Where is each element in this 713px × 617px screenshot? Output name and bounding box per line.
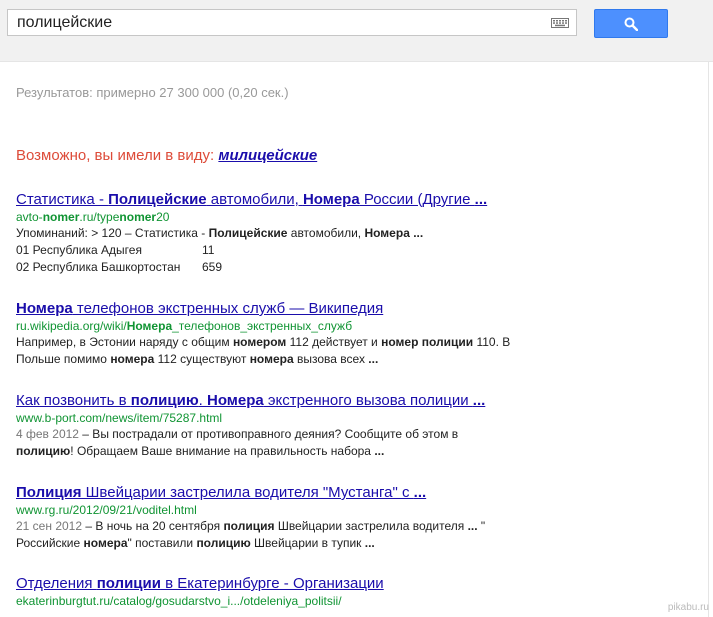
highlighted-text: полицию [16,444,71,458]
result-table-row: 02 Республика Башкортостан 659 [16,259,656,276]
highlighted-text: ... [472,392,486,409]
result-title-link[interactable]: Как позвонить в полицию. Номера экстренн… [16,391,656,410]
text-fragment: avto- [16,210,43,224]
text-fragment: ekaterinburgtut.ru/catalog/gosudarstvo_i… [16,594,342,608]
text-fragment: " поставили [127,536,197,550]
divider [708,61,709,617]
text-fragment: Швейцарии застрелила водителя [274,519,468,533]
highlighted-text: nomer [119,210,157,224]
highlighted-text: ... [409,226,424,240]
result-snippet: Например, в Эстонии наряду с общим номер… [16,334,526,368]
highlighted-text: ... [364,536,375,550]
text-fragment: Например, в Эстонии наряду с общим [16,335,233,349]
text-fragment: автомобили, [206,191,303,208]
text-fragment: Отделения [16,575,97,592]
spelling-suggestion: Возможно, вы имели в виду: милицейские [16,147,317,164]
result-url: www.rg.ru/2012/09/21/voditel.html [16,503,656,518]
text-fragment: _телефонов_экстренных_служб [172,319,353,333]
result-url: ekaterinburgtut.ru/catalog/gosudarstvo_i… [16,594,656,609]
text-fragment: 112 действует и [286,335,382,349]
highlighted-text: Номера [16,300,73,317]
result-date: 21 сен 2012 [16,519,83,533]
text-fragment: . [198,392,207,409]
row-value: 11 [202,243,215,257]
highlighted-text: ... [467,519,478,533]
highlighted-text: полицию [130,392,199,409]
highlighted-text: Полицейские [108,191,207,208]
highlighted-text: полиция [223,519,275,533]
highlighted-text: Номера [206,392,264,409]
result-url: www.b-port.com/news/item/75287.html [16,411,656,426]
result-title-link[interactable]: Полиция Швейцарии застрелила водителя "М… [16,483,656,502]
text-fragment: вызова всех [293,352,369,366]
text-fragment: – В ночь на 20 сентября [82,519,224,533]
result-stats: Результатов: примерно 27 300 000 (0,20 с… [16,85,289,100]
result-title-link[interactable]: Отделения полиции в Екатеринбурге - Орга… [16,574,656,593]
search-result: Как позвонить в полицию. Номера экстренн… [16,391,656,460]
row-value: 659 [202,260,223,274]
result-title-link[interactable]: Номера телефонов экстренных служб — Вики… [16,299,656,318]
highlighted-text: номера [249,352,294,366]
text-fragment: www.rg.ru/2012/09/21/voditel.html [16,503,197,517]
text-fragment: автомобили, [287,226,365,240]
text-fragment: 20 [156,210,170,224]
highlighted-text: Полицейские [208,226,288,240]
text-fragment: ru.wikipedia.org/wiki/ [16,319,127,333]
highlighted-text: ... [474,191,488,208]
text-fragment: www.b-port.com/news/item/75287.html [16,411,223,425]
text-fragment: Швейцарии в тупик [250,536,365,550]
highlighted-text: номер полиции [381,335,474,349]
result-snippet: 4 фев 2012 – Вы пострадали от противопра… [16,426,491,460]
highlighted-text: ... [368,352,379,366]
highlighted-text: номером [232,335,287,349]
text-fragment: Как позвонить в [16,392,131,409]
text-fragment: экстренного вызова полиции [263,392,473,409]
highlighted-text: ... [413,484,427,501]
highlighted-text: Номера [302,191,360,208]
text-fragment: телефонов экстренных служб — Википедия [72,300,384,317]
highlighted-text: полиции [96,575,161,592]
row-label: 01 Республика Адыгея [16,243,142,257]
highlighted-text: полицию [196,536,251,550]
text-fragment: России (Другие [359,191,475,208]
result-url: ru.wikipedia.org/wiki/Номера_телефонов_э… [16,319,656,334]
result-date: 4 фев 2012 [16,427,79,441]
search-button[interactable] [594,9,668,38]
highlighted-text: ... [374,444,385,458]
row-label: 02 Республика Башкортостан [16,260,181,274]
highlighted-text: nomer [42,210,80,224]
top-bar [0,0,713,62]
text-fragment: в Екатеринбурге - Организации [160,575,384,592]
search-icon [624,17,638,31]
suggestion-prefix: Возможно, вы имели в виду: [16,147,219,164]
result-snippet: Упоминаний: > 120 – Статистика - Полицей… [16,225,656,242]
text-fragment: 112 существуют [154,352,250,366]
highlighted-text: Номера [364,226,410,240]
search-result: Отделения полиции в Екатеринбурге - Орга… [16,574,656,609]
result-snippet: 21 сен 2012 – В ночь на 20 сентября поли… [16,518,528,552]
highlighted-text: номера [110,352,155,366]
search-result: Номера телефонов экстренных служб — Вики… [16,299,656,368]
text-fragment: Упоминаний: > 120 – Статистика - [16,226,209,240]
text-fragment: .ru/type [79,210,120,224]
highlighted-text: номера [83,536,128,550]
text-fragment: ! Обращаем Ваше внимание на правильность… [70,444,375,458]
search-input[interactable] [8,10,538,35]
text-fragment: Швейцарии застрелила водителя "Мустанга"… [81,484,414,501]
keyboard-icon[interactable] [551,18,569,28]
text-fragment: Статистика - [16,191,109,208]
result-title-link[interactable]: Статистика - Полицейские автомобили, Ном… [16,190,656,209]
text-fragment: – Вы пострадали от противоправного деяни… [78,427,459,441]
highlighted-text: Номера [126,319,173,333]
search-box[interactable] [7,9,577,36]
result-table-row: 01 Республика Адыгея 11 [16,242,656,259]
search-result: Полиция Швейцарии застрелила водителя "М… [16,483,656,552]
watermark: pikabu.ru [667,602,709,613]
suggestion-link[interactable]: милицейские [218,147,317,164]
result-url: avto-nomer.ru/typenomer20 [16,210,656,225]
highlighted-text: Полиция [16,484,82,501]
search-result: Статистика - Полицейские автомобили, Ном… [16,190,656,276]
